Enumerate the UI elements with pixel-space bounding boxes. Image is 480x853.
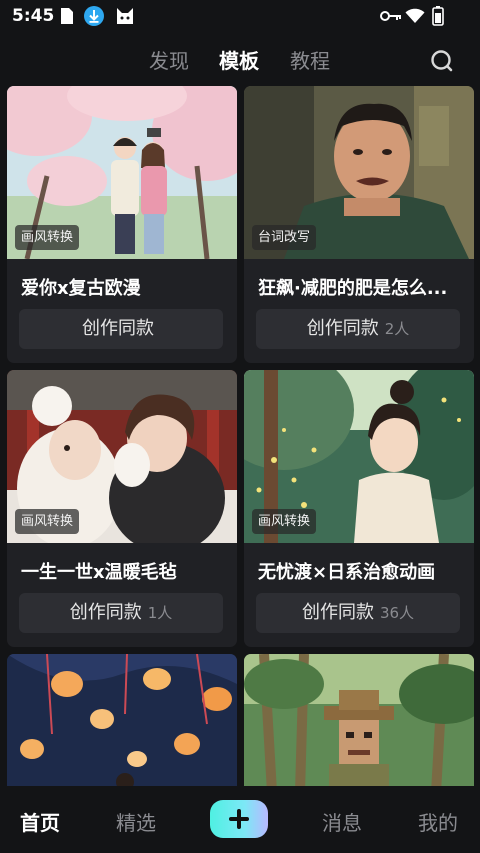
create-same-button[interactable]: 创作同款 1人 <box>19 593 223 633</box>
card-title: 一生一世x温暖毛毡 <box>21 562 177 583</box>
template-thumbnail[interactable] <box>244 654 474 794</box>
create-same-label: 创作同款 <box>82 318 154 339</box>
wifi-icon <box>405 8 425 23</box>
tab-discover[interactable]: 发现 <box>149 45 189 74</box>
create-same-label: 创作同款 <box>306 318 379 339</box>
plus-icon-vertical <box>237 809 241 829</box>
create-same-button[interactable]: 创作同款 2人 <box>256 309 460 349</box>
status-time: 5:45 <box>12 6 55 26</box>
template-card[interactable]: 画风转换 一生一世x温暖毛毡 创作同款 1人 <box>7 370 237 647</box>
key-icon <box>380 11 401 21</box>
template-card[interactable]: 画风转换 爱你x复古欧漫 创作同款 <box>7 86 237 363</box>
create-button[interactable] <box>210 800 268 838</box>
search-icon[interactable] <box>428 47 456 75</box>
template-card[interactable] <box>244 654 474 794</box>
style-tag: 画风转换 <box>15 225 80 250</box>
style-tag: 画风转换 <box>15 509 80 534</box>
nav-profile[interactable]: 我的 <box>418 807 458 836</box>
creator-count: 2人 <box>384 320 410 338</box>
template-card[interactable]: 台词改写 狂飙·减肥的肥是怎么... 创作同款 2人 <box>244 86 474 363</box>
nav-messages[interactable]: 消息 <box>322 807 362 836</box>
create-same-label: 创作同款 <box>301 602 374 623</box>
tab-templates[interactable]: 模板 <box>219 45 259 74</box>
template-card[interactable] <box>7 654 237 794</box>
app-screen: 5:45 发现 模板 教程 画风转换 爱你x复古欧漫 创作同款 台词改写 狂飙·… <box>0 0 480 853</box>
template-card[interactable]: 画风转换 无忧渡×日系治愈动画 创作同款 36人 <box>244 370 474 647</box>
create-same-label: 创作同款 <box>69 602 142 623</box>
sim-card-icon <box>61 8 73 24</box>
nav-home[interactable]: 首页 <box>20 807 60 836</box>
creator-count: 1人 <box>147 604 173 622</box>
card-title: 无忧渡×日系治愈动画 <box>258 562 436 583</box>
battery-icon <box>432 6 444 26</box>
card-title: 狂飙·减肥的肥是怎么... <box>258 278 448 299</box>
creator-count: 36人 <box>379 604 415 622</box>
nav-featured[interactable]: 精选 <box>116 807 156 836</box>
create-same-button[interactable]: 创作同款 <box>19 309 223 349</box>
create-same-button[interactable]: 创作同款 36人 <box>256 593 460 633</box>
thumbnail-image <box>7 654 237 794</box>
bottom-nav: 首页 精选 消息 我的 <box>0 786 480 853</box>
download-icon <box>84 6 104 26</box>
top-tab-bar: 发现 模板 教程 <box>0 34 480 84</box>
thumbnail-image <box>244 654 474 794</box>
card-title: 爱你x复古欧漫 <box>21 278 141 299</box>
tab-tutorials[interactable]: 教程 <box>290 45 330 74</box>
style-tag: 画风转换 <box>252 509 317 534</box>
status-bar: 5:45 <box>0 0 480 34</box>
style-tag: 台词改写 <box>252 225 317 250</box>
template-thumbnail[interactable] <box>7 654 237 794</box>
cat-app-icon <box>117 8 133 24</box>
